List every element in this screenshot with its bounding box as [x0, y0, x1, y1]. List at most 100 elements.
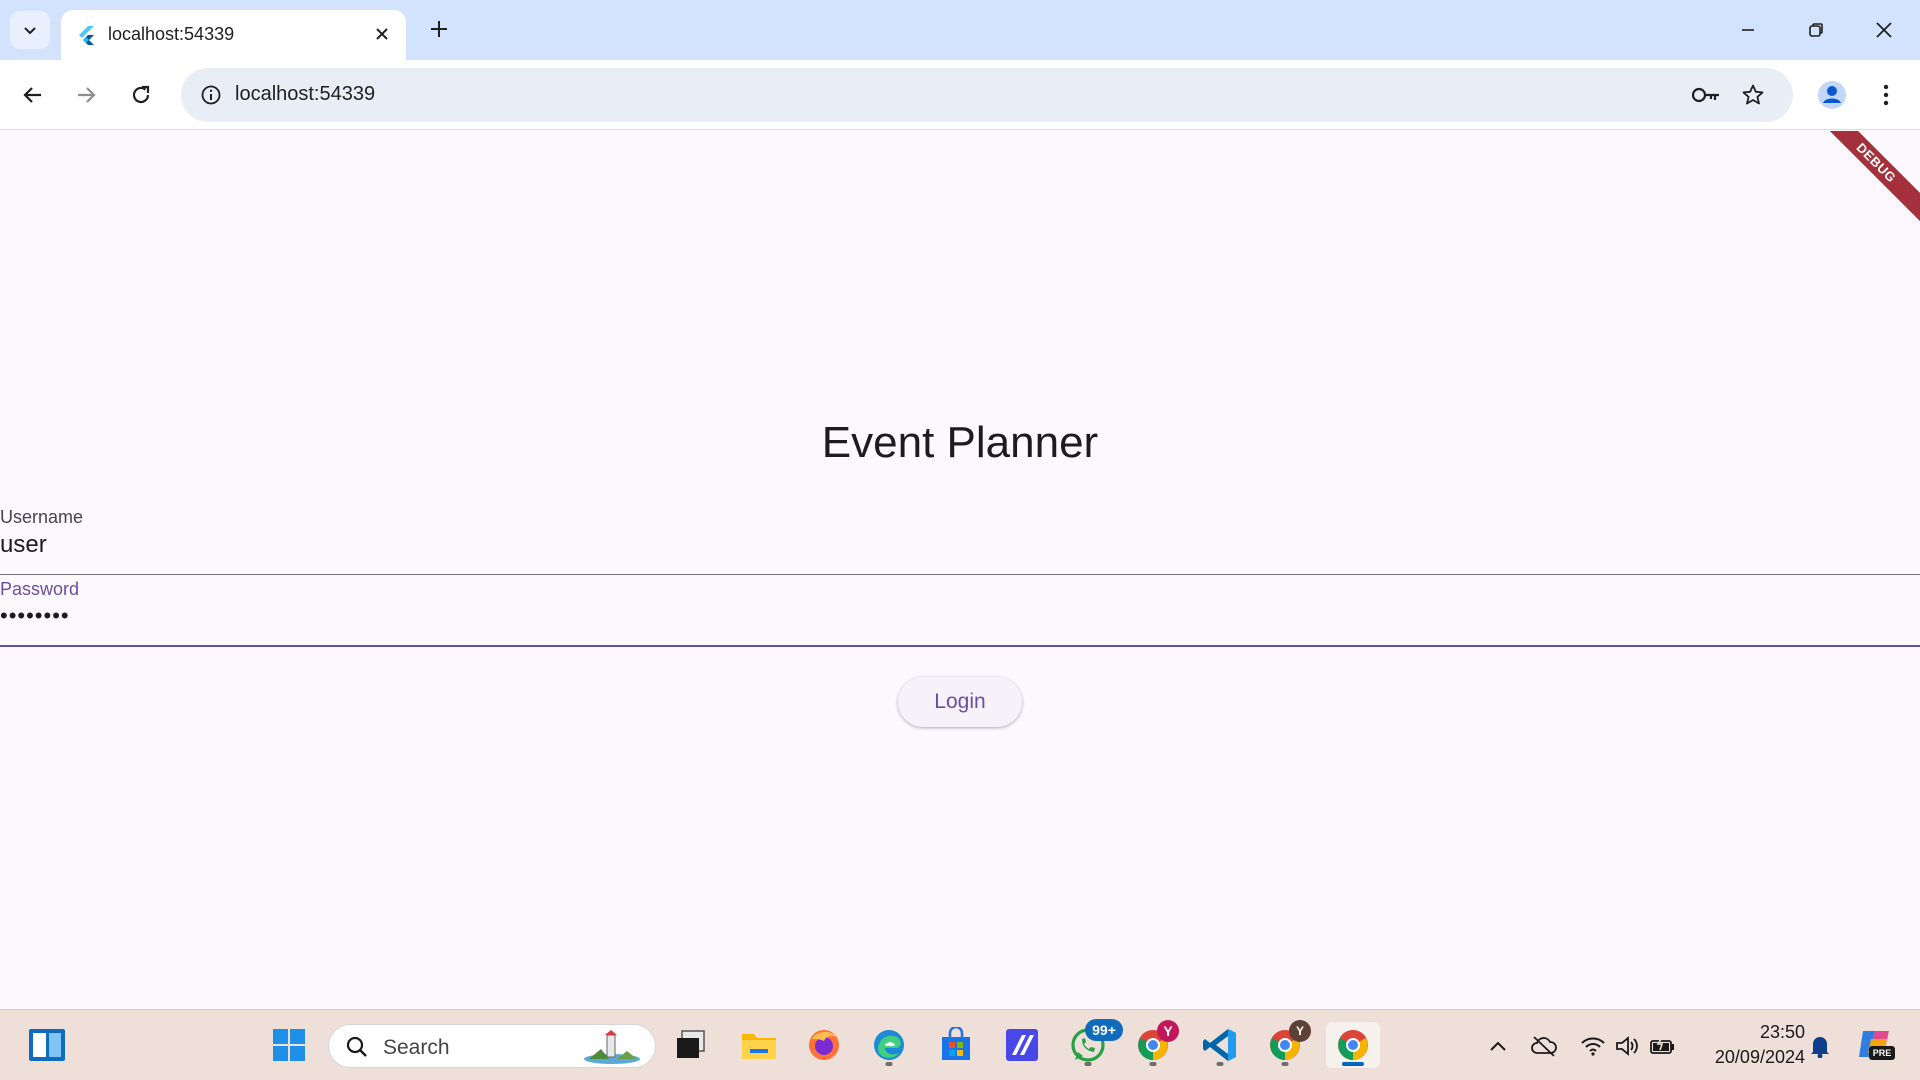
- password-manager-button[interactable]: [1689, 79, 1723, 111]
- password-input[interactable]: ••••••••: [0, 603, 70, 629]
- power-automate-icon: [1006, 1029, 1038, 1061]
- vscode-icon: [1203, 1029, 1236, 1061]
- username-label: Username: [0, 507, 84, 527]
- widgets-button[interactable]: [24, 1022, 70, 1068]
- tab-search-button[interactable]: [10, 11, 50, 49]
- wifi-button[interactable]: [1578, 1032, 1608, 1060]
- address-bar[interactable]: localhost:54339: [181, 68, 1793, 122]
- speaker-icon: [1616, 1036, 1638, 1056]
- debug-banner: DEBUG: [1798, 131, 1920, 241]
- battery-charging-icon: [1650, 1035, 1674, 1054]
- page-title: Event Planner: [821, 418, 1099, 467]
- url-text[interactable]: localhost:54339: [235, 83, 375, 106]
- clock-date: 20/09/2024: [1714, 1047, 1805, 1067]
- windows-taskbar: Search 99+ Y Y 23:50 20/09/2024 PRE: [0, 1009, 1920, 1080]
- firefox-button[interactable]: [801, 1022, 847, 1068]
- star-icon: [1742, 84, 1764, 105]
- running-indicator: [1149, 1062, 1157, 1066]
- close-window-button[interactable]: [1850, 0, 1918, 60]
- password-field[interactable]: Password ••••••••: [0, 579, 1920, 647]
- app-page: DEBUG Event Planner Username user Passwo…: [0, 131, 1920, 1009]
- chevron-up-icon: [1490, 1041, 1506, 1051]
- taskbar-search[interactable]: Search: [328, 1024, 656, 1068]
- site-info-button[interactable]: [195, 79, 227, 111]
- search-placeholder: Search: [383, 1036, 450, 1059]
- reload-button[interactable]: [122, 76, 160, 114]
- minimize-icon: [1742, 29, 1754, 31]
- chrome-icon: [1338, 1030, 1368, 1060]
- chevron-down-icon: [24, 27, 36, 35]
- browser-tab[interactable]: localhost:54339: [61, 10, 406, 60]
- tab-close-button[interactable]: [368, 20, 396, 48]
- edge-button[interactable]: [866, 1022, 912, 1068]
- username-field[interactable]: Username user: [0, 507, 1920, 575]
- plus-icon: [431, 21, 447, 37]
- widgets-icon: [29, 1029, 65, 1061]
- login-button[interactable]: Login: [898, 677, 1022, 727]
- back-button[interactable]: [14, 76, 52, 114]
- running-indicator: [1216, 1062, 1224, 1066]
- start-button[interactable]: [266, 1022, 312, 1068]
- search-highlight-icon: [584, 1030, 640, 1064]
- wifi-icon: [1581, 1037, 1605, 1056]
- restore-button[interactable]: [1782, 0, 1850, 60]
- profile-badge: Y: [1289, 1020, 1311, 1042]
- browser-tabstrip: localhost:54339: [0, 0, 1920, 60]
- edge-icon: [874, 1030, 904, 1060]
- info-icon: [201, 85, 221, 105]
- running-indicator: [1281, 1062, 1289, 1066]
- vscode-button[interactable]: [1197, 1022, 1243, 1068]
- arrow-left-icon: [23, 87, 41, 103]
- more-vertical-icon: [1883, 84, 1889, 106]
- preview-badge: PRE: [1869, 1046, 1895, 1060]
- file-explorer-button[interactable]: [736, 1022, 782, 1068]
- new-tab-button[interactable]: [422, 12, 456, 46]
- bell-icon: [1811, 1037, 1829, 1058]
- restore-icon: [1809, 23, 1823, 37]
- store-icon: [942, 1027, 970, 1060]
- onedrive-button[interactable]: [1529, 1032, 1559, 1060]
- chrome-active-button[interactable]: [1326, 1022, 1380, 1068]
- profile-button[interactable]: [1813, 76, 1851, 114]
- password-label: Password: [0, 579, 80, 599]
- volume-button[interactable]: [1612, 1032, 1642, 1060]
- whatsapp-button[interactable]: 99+: [1065, 1019, 1123, 1068]
- task-view-icon: [677, 1030, 705, 1058]
- bookmark-button[interactable]: [1736, 79, 1770, 111]
- password-underline: [0, 645, 1920, 647]
- windows-logo-icon: [273, 1029, 305, 1061]
- power-automate-button[interactable]: [999, 1022, 1045, 1068]
- firefox-icon: [809, 1030, 839, 1060]
- arrow-right-icon: [78, 87, 96, 103]
- search-icon: [346, 1036, 367, 1057]
- reload-icon: [132, 85, 150, 104]
- key-icon: [1691, 87, 1719, 103]
- chrome-profile-button-2[interactable]: Y: [1262, 1020, 1311, 1068]
- chrome-profile-button-1[interactable]: Y: [1130, 1020, 1179, 1068]
- show-hidden-icons-button[interactable]: [1483, 1032, 1513, 1060]
- profile-badge: Y: [1157, 1020, 1179, 1042]
- notification-badge: 99+: [1085, 1019, 1123, 1041]
- tab-title: localhost:54339: [108, 24, 235, 44]
- browser-menu-button[interactable]: [1868, 76, 1904, 114]
- running-indicator: [885, 1062, 893, 1066]
- cloud-offline-icon: [1531, 1036, 1557, 1057]
- active-indicator: [1342, 1062, 1364, 1066]
- task-view-button[interactable]: [668, 1022, 714, 1068]
- browser-toolbar: localhost:54339: [0, 60, 1920, 130]
- minimize-button[interactable]: [1714, 0, 1782, 60]
- copilot-button[interactable]: PRE: [1855, 1024, 1895, 1064]
- forward-button[interactable]: [67, 76, 105, 114]
- running-indicator: [1084, 1062, 1092, 1066]
- username-input[interactable]: user: [0, 531, 47, 559]
- close-icon: [376, 28, 388, 40]
- microsoft-store-button[interactable]: [933, 1022, 979, 1068]
- folder-icon: [742, 1034, 776, 1059]
- avatar-icon: [1818, 81, 1846, 109]
- notifications-button[interactable]: [1805, 1032, 1835, 1060]
- flutter-icon: [79, 26, 94, 45]
- battery-button[interactable]: [1648, 1032, 1678, 1060]
- username-underline: [0, 574, 1920, 575]
- close-icon: [1876, 22, 1892, 38]
- clock-button[interactable]: 23:50 20/09/2024: [1695, 1022, 1805, 1068]
